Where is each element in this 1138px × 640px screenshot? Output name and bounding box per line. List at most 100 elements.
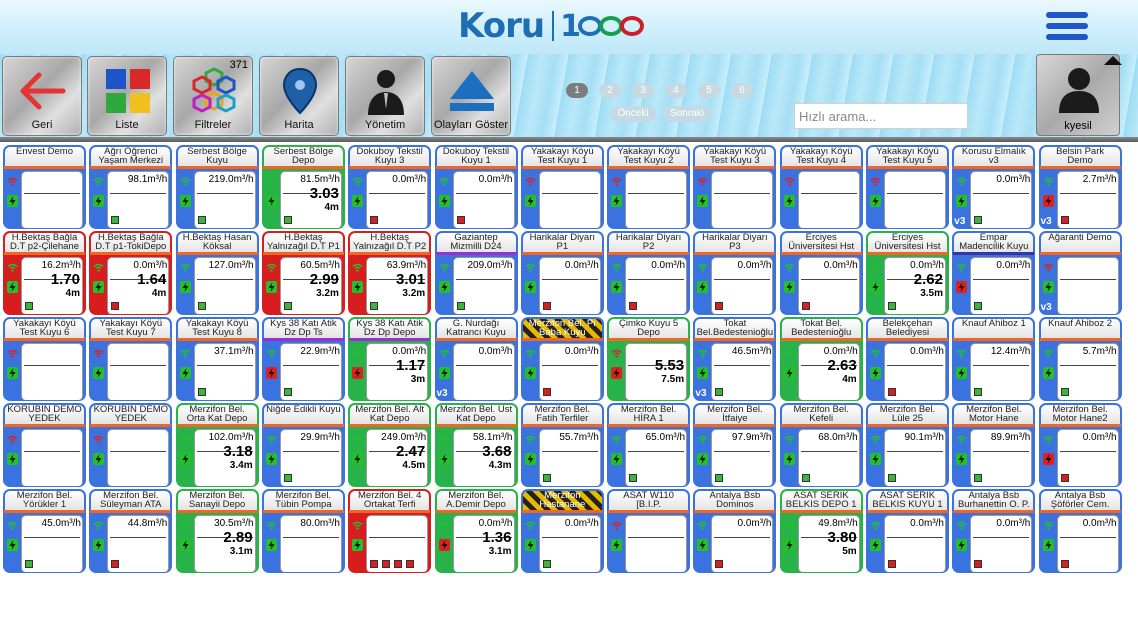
station-tile[interactable]: ASAT SERIK BELKIS DEPO 1 49.8m³/h 3.80 5m [779,489,863,573]
station-tile[interactable]: Yakakayı Köyü Test Kuyu 1 [520,145,604,229]
station-tile[interactable]: Antalya Bsb Şöförler Cem. 0.0m³/h [1038,489,1122,573]
station-tile[interactable]: Merzifon Bel. Lüle 25 90.1m³/h [866,403,949,487]
map-button[interactable]: Harita [259,56,339,136]
station-tile[interactable]: Knauf Ahiboz 1 12.4m³/h [952,317,1036,401]
station-tile[interactable]: Merzifon Bel. Sanayii Depo 30.5m³/h 2.89 3.… [175,489,259,573]
power-bolt-icon [179,195,191,207]
station-tile[interactable]: Merzifon Bel. A.Demir Depo 0.0m³/h 1.36 3.1… [434,489,518,573]
station-tile[interactable]: Serbest Bölge Depo 81.5m³/h 3.03 4m [261,145,345,229]
signal-wifi-icon [352,177,363,186]
status-stripe [90,424,172,427]
page-button-6[interactable]: 6 [731,83,753,98]
station-tile[interactable]: Knauf Ahiboz 2 5.7m³/h [1038,317,1122,401]
station-tile[interactable]: Kys 38 Katı Atik Dz Dp Depo 0.0m³/h 1.17 3m [348,317,432,401]
station-tile[interactable]: Erciyes Üniversitesi Hst 0.0m³/h [779,231,863,315]
station-tile[interactable]: Çimko Kuyu 5 Depo 5.53 7.5m [607,317,691,401]
page-button-1[interactable]: 1 [566,83,588,98]
station-tile[interactable]: Merzifon Bel. Kefeli 68.0m³/h [779,403,863,487]
station-tile[interactable]: ASAT W110 [B.I.P. [607,489,691,573]
page-button-2[interactable]: 2 [599,83,621,98]
station-tile[interactable]: Merzifon Bel. Fatih Terfiler 55.7m³/h [520,403,604,487]
station-tile[interactable]: Merzifon Bel. Pı Baba Kuyu 0.0m³/h [520,317,604,401]
station-tile[interactable]: G. Nurdağı Katrancı Kuyu 0.0m³/h v3 [434,317,518,401]
hamburger-menu-icon[interactable] [1046,12,1088,44]
station-tile[interactable]: Merzifon Bel. Motor Hane2 0.0m³/h [1038,403,1122,487]
station-tile[interactable]: Harikalar Diyarı P2 0.0m³/h [607,231,691,315]
station-tile[interactable]: Tokat Bel. Bedestenioğlu 0.0m³/h 2.63 4m [779,317,863,401]
station-tile[interactable]: Belekçehan Belediyesi 0.0m³/h [866,317,949,401]
list-button[interactable]: Liste [87,56,167,136]
station-tile[interactable]: Merzifon Bel. Üst Kat Depo 58.1m³/h 3.68 4.… [434,403,518,487]
station-tile[interactable]: Yakakayı Köyü Test Kuyu 8 37.1m³/h [175,317,259,401]
station-title: Belekçehan Belediyesi [868,319,947,338]
station-tile[interactable]: Yakakayı Köyü Test Kuyu 5 [866,145,949,229]
previous-page-button[interactable]: Önceki [610,106,656,122]
station-tile[interactable]: Merzifon Bel. Alt Kat Depo 249.0m³/h 2.47 4… [348,403,432,487]
next-page-button[interactable]: Sonraki [663,106,711,122]
signal-wifi-icon [525,177,536,186]
station-tile[interactable]: Merzifon Bel. Orta Kat Depo 102.0m³/h 3.18… [175,403,259,487]
filters-button[interactable]: 371 Filtreler [173,56,253,136]
admin-button[interactable]: Yönetim [345,56,425,136]
station-tile[interactable]: Ağrı Öğrenci Yaşam Merkezi 98.1m³/h [89,145,173,229]
flow-rate: 0.0m³/h [823,346,858,357]
station-tile[interactable]: H.Bektaş Hasan Köksal 127.0m³/h [175,231,259,315]
station-tile[interactable]: Ağaranti Demo v3 [1038,231,1122,315]
show-events-button[interactable]: Olayları Göster [431,56,511,136]
station-tile[interactable]: Antalya Bsb Burhanettin O. P. 0.0m³/h [952,489,1036,573]
station-tile[interactable]: Merzifon Hastanane 0.0m³/h [520,489,604,573]
hexagon-filter-icon [192,67,236,113]
station-tile[interactable]: KORUBİN DEMO YEDEK [3,403,86,487]
station-tile[interactable]: Yakakayı Köyü Test Kuyu 4 [779,145,863,229]
station-tile[interactable]: Tokat Bel.Bedestenioğlu 46.5m³/h v3 [693,317,777,401]
station-tile[interactable]: Korusu Elmalık v3 0.0m³/h v3 [952,145,1036,229]
station-tile[interactable]: ASAT SERIK BELKIS KUYU 1 0.0m³/h [866,489,949,573]
page-button-3[interactable]: 3 [632,83,654,98]
flow-rate: 45.0m³/h [41,518,81,529]
page-button-5[interactable]: 5 [698,83,720,98]
quick-search-input[interactable] [794,103,968,129]
back-button[interactable]: Geri [2,56,82,136]
readout-divider [714,451,771,452]
station-tile[interactable]: Dokuboy Tekstil Kuyu 3 0.0m³/h [348,145,432,229]
station-tile[interactable]: Merzifon Bel. Tübin Pompa 80.0m³/h [261,489,345,573]
station-tile[interactable]: Yakakayı Köyü Test Kuyu 2 [607,145,691,229]
station-tile[interactable]: Niğde Edikli Kuyu 29.9m³/h [261,403,345,487]
user-account-button[interactable]: kyesil [1036,54,1120,136]
station-tile[interactable]: H.Bektaş Yalnızağıl D.T P1 60.5m³/h 2.99 3.… [261,231,345,315]
station-tile[interactable]: Erciyes Üniversitesi Hst 0.0m³/h 2.62 3.5m [866,231,949,315]
station-tile[interactable]: H.Bektaş Bağla D.T p2-Çilehane 16.2m³/h 1.… [3,231,86,315]
collapse-up-icon[interactable] [1104,56,1122,65]
station-title: Korusu Elmalık v3 [954,147,1034,166]
station-tile[interactable]: Gaziantep Mizmilli D24 209.0m³/h [434,231,518,315]
station-tile[interactable]: Antalya Bsb Dominos 0.0m³/h [693,489,777,573]
station-tile[interactable]: Merzifon Bel. 4 Ortakat Terfi [348,489,432,573]
flow-rate: 65.0m³/h [645,432,686,443]
station-tile[interactable]: Merzifon Bel. Yörükler 1 45.0m³/h [3,489,86,573]
station-tile[interactable]: Serbest Bölge Kuyu 219.0m³/h [175,145,259,229]
station-tile[interactable]: Yakakayı Köyü Test Kuyu 3 [693,145,777,229]
signal-wifi-icon [784,263,795,272]
alarm-indicators [197,216,206,224]
readout-divider [455,193,512,194]
signal-wifi-icon [525,263,536,272]
station-tile[interactable]: Merzifon Bel. İtfaiye 97.9m³/h [693,403,777,487]
station-tile[interactable]: Merzifon Bel. Motor Hane 89.9m³/h [952,403,1036,487]
station-tile[interactable]: KORUBİN DEMO YEDEK [89,403,173,487]
station-tile[interactable]: Envest Demo [3,145,86,229]
station-tile[interactable]: Dokuboy Tekstil Kuyu 1 0.0m³/h [434,145,518,229]
station-tile[interactable]: Kys 38 Katı Atik Dz Dp Ts 22.9m³/h [261,317,345,401]
logo-separator [552,11,555,41]
station-tile[interactable]: Harikalar Diyarı P1 0.0m³/h [520,231,604,315]
tank-level: 7.5m [661,374,685,385]
station-tile[interactable]: Yakakayı Köyü Test Kuyu 6 [3,317,86,401]
station-tile[interactable]: Belsin Park Demo 2.7m³/h v3 [1038,145,1122,229]
station-tile[interactable]: H.Bektaş Yalnızağıl D.T P2 63.9m³/h 3.01 3.… [348,231,432,315]
station-tile[interactable]: Merzifon Bel. Süleyman ATA 44.8m³/h [89,489,173,573]
station-tile[interactable]: Empar Madencilik Kuyu 0.0m³/h [952,231,1036,315]
station-tile[interactable]: Yakakayı Köyü Test Kuyu 7 [89,317,173,401]
station-tile[interactable]: Merzifon Bel. HİRA 1 65.0m³/h [607,403,691,487]
station-tile[interactable]: Harikalar Diyarı P3 0.0m³/h [693,231,777,315]
page-button-4[interactable]: 4 [665,83,687,98]
station-tile[interactable]: H.Bektaş Bağla D.T p1-TokiDepo 0.0m³/h 1.6… [89,231,173,315]
